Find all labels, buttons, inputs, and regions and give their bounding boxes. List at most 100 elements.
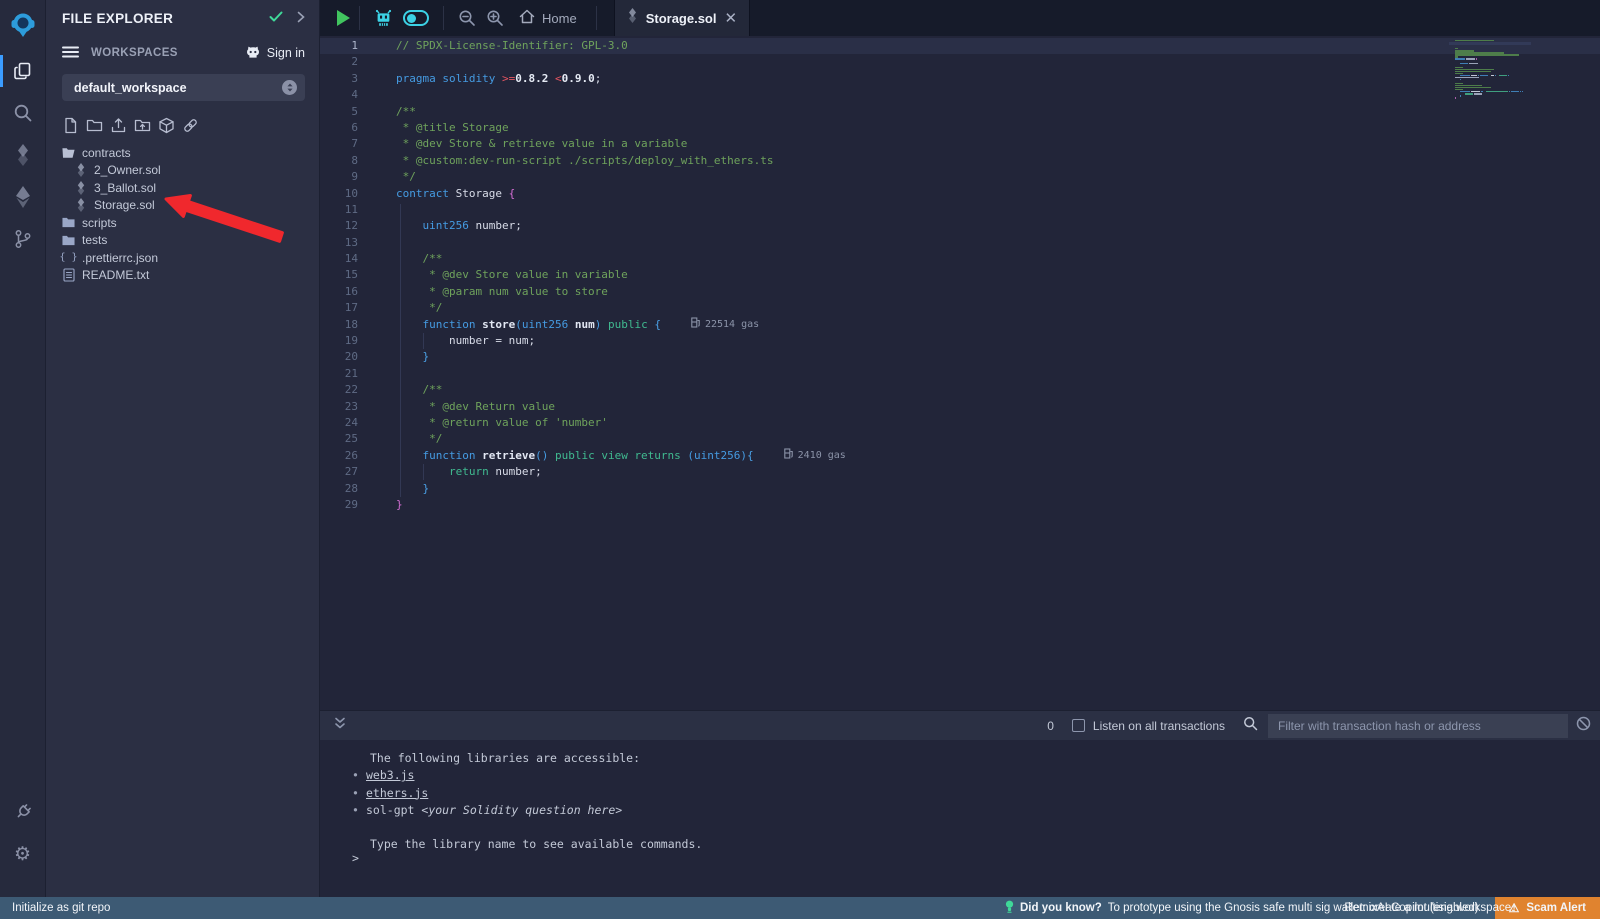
tree-item-scripts[interactable]: scripts: [46, 214, 319, 232]
ai-copilot-robot-icon[interactable]: [374, 9, 393, 28]
activitybar-deploy-run[interactable]: [0, 176, 45, 218]
code-line-17: 17 */: [320, 300, 1600, 316]
activitybar-file-explorer[interactable]: [0, 50, 45, 92]
terminal-toolbar: 0 Listen on all transactions: [320, 710, 1600, 740]
tab-storage-sol[interactable]: Storage.sol ✕: [614, 0, 750, 36]
line-number: 19: [320, 333, 376, 349]
terminal-expand-icon[interactable]: [334, 717, 346, 735]
code-line-12: 12 uint256 number;: [320, 218, 1600, 234]
gas-estimate-badge: 2410 gas: [784, 448, 846, 465]
code-text: */: [376, 300, 442, 316]
tip-text: To prototype using the Gnosis safe multi…: [1108, 902, 1515, 914]
code-line-26: 26 function retrieve() public view retur…: [320, 448, 1600, 464]
import-cube-icon[interactable]: [158, 117, 175, 134]
activitybar-settings[interactable]: ⚙: [0, 833, 45, 875]
new-file-icon[interactable]: [62, 117, 79, 134]
panel-collapse-icon[interactable]: [297, 11, 305, 26]
run-script-button[interactable]: [337, 10, 350, 26]
tree-item-label: README.txt: [82, 268, 149, 282]
terminal-line: [320, 819, 1600, 836]
toolbar-divider: [359, 6, 360, 30]
tree-item--prettierrc-json[interactable]: { }.prettierrc.json: [46, 249, 319, 267]
code-line-19: 19 number = num;: [320, 333, 1600, 349]
terminal-prompt[interactable]: >: [352, 851, 359, 865]
code-line-25: 25 */: [320, 431, 1600, 447]
activitybar-search[interactable]: [0, 92, 45, 134]
code-text: [376, 87, 396, 103]
terminal-link[interactable]: ethers.js: [366, 785, 428, 802]
home-tab[interactable]: Home: [519, 9, 577, 27]
tab-close-icon[interactable]: ✕: [724, 11, 737, 26]
code-text: */: [376, 431, 442, 447]
workspace-select[interactable]: default_workspace: [62, 74, 305, 101]
new-folder-icon[interactable]: [86, 117, 103, 134]
transaction-filter-input[interactable]: [1268, 714, 1568, 738]
copilot-toggle[interactable]: [403, 10, 429, 26]
upload-folder-icon[interactable]: [134, 117, 151, 134]
code-line-4: 4: [320, 87, 1600, 103]
terminal-link[interactable]: web3.js: [366, 767, 414, 784]
tree-item-tests[interactable]: tests: [46, 232, 319, 250]
bulb-icon: [1005, 900, 1014, 917]
code-line-13: 13: [320, 235, 1600, 251]
code-line-1: 1// SPDX-License-Identifier: GPL-3.0: [320, 38, 1600, 54]
terminal-search-icon[interactable]: [1243, 716, 1258, 736]
terminal-line: The following libraries are accessible:: [320, 750, 1600, 767]
line-number: 20: [320, 349, 376, 365]
sol-icon: [74, 164, 87, 177]
code-text: * @dev Store & retrieve value in a varia…: [376, 136, 687, 152]
gas-estimate-badge: 22514 gas: [691, 317, 759, 334]
line-number: 10: [320, 186, 376, 202]
workspace-name: default_workspace: [74, 81, 282, 95]
tree-item-2-owner-sol[interactable]: 2_Owner.sol: [46, 162, 319, 180]
terminal-line: •web3.js: [320, 767, 1600, 784]
toolbar-divider: [596, 6, 597, 30]
tree-item-readme-txt[interactable]: README.txt: [46, 267, 319, 285]
folder-icon: [62, 216, 75, 229]
import-link-icon[interactable]: [182, 117, 199, 134]
sign-in-button[interactable]: Sign in: [245, 45, 305, 61]
gas-pump-icon: [691, 317, 700, 334]
activitybar-git[interactable]: [0, 218, 45, 260]
tree-item-label: 3_Ballot.sol: [94, 181, 156, 195]
code-text: function store(uint256 num) public {2251…: [376, 317, 759, 333]
line-number: 24: [320, 415, 376, 431]
clear-console-icon[interactable]: [1576, 716, 1591, 736]
code-line-7: 7 * @dev Store & retrieve value in a var…: [320, 136, 1600, 152]
doc-icon: [62, 269, 75, 282]
git-init-status[interactable]: Initialize as git repo: [12, 902, 110, 914]
solidity-file-icon: [627, 8, 638, 28]
line-number: 17: [320, 300, 376, 316]
workspace-select-arrows-icon: [282, 80, 297, 95]
listen-all-checkbox[interactable]: [1072, 719, 1085, 732]
tree-item-3-ballot-sol[interactable]: 3_Ballot.sol: [46, 179, 319, 197]
workspaces-row: WORKSPACES Sign in: [46, 40, 319, 66]
code-line-21: 21: [320, 366, 1600, 382]
upload-file-icon[interactable]: [110, 117, 127, 134]
file-toolbar: [46, 101, 319, 138]
zoom-out-icon[interactable]: [458, 9, 476, 27]
terminal-line: Type the library name to see available c…: [320, 836, 1600, 853]
terminal-output[interactable]: The following libraries are accessible:•…: [320, 740, 1600, 897]
code-text: [376, 202, 396, 218]
code-text: * @dev Return value: [376, 399, 555, 415]
activitybar-solidity-compiler[interactable]: [0, 134, 45, 176]
github-icon: [245, 45, 261, 61]
plugin-manager-icon: [13, 802, 33, 822]
code-line-28: 28 }: [320, 481, 1600, 497]
editor-minimap[interactable]: [1455, 40, 1521, 99]
code-text: * @param num value to store: [376, 284, 608, 300]
zoom-in-icon[interactable]: [486, 9, 504, 27]
code-text: }: [376, 497, 403, 513]
activitybar-plugin-manager[interactable]: [0, 791, 45, 833]
workspaces-label: WORKSPACES: [91, 47, 245, 59]
workspaces-menu-icon[interactable]: [62, 46, 79, 61]
code-editor[interactable]: 1// SPDX-License-Identifier: GPL-3.023pr…: [320, 36, 1600, 710]
editor-toolbar: Home Storage.sol ✕: [320, 0, 1600, 36]
toolbar-divider: [443, 6, 444, 30]
line-number: 27: [320, 464, 376, 480]
tree-item-contracts[interactable]: contracts: [46, 144, 319, 162]
minimap-line: [1455, 97, 1521, 99]
tree-item-storage-sol[interactable]: Storage.sol: [46, 197, 319, 215]
status-bar: Initialize as git repo Did you know? To …: [0, 897, 1600, 919]
